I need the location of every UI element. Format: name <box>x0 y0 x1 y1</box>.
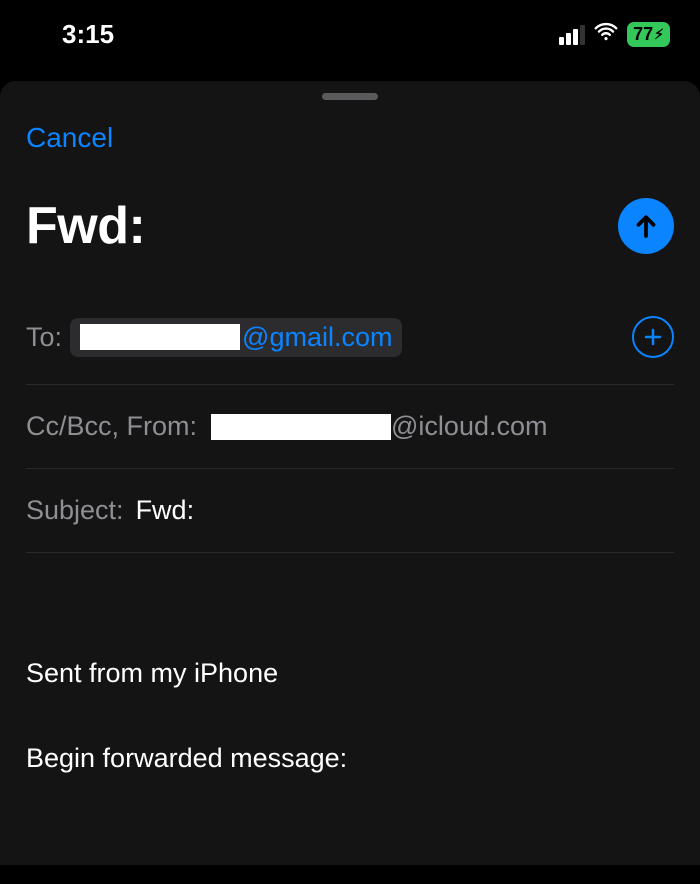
cc-bcc-from-label: Cc/Bcc, From: <box>26 411 197 442</box>
arrow-up-icon <box>631 211 661 241</box>
cancel-button[interactable]: Cancel <box>26 122 113 154</box>
plus-icon <box>641 325 665 349</box>
to-field[interactable]: To: @gmail.com <box>26 290 674 385</box>
sheet-grabber[interactable] <box>26 81 674 108</box>
battery-percent: 77 <box>633 24 653 45</box>
subject-field[interactable]: Subject: Fwd: <box>26 469 674 553</box>
charging-bolt-icon: ⚡︎ <box>654 26 664 43</box>
redacted-recipient <box>80 324 240 350</box>
forward-header-text: Begin forwarded message: <box>26 738 674 779</box>
send-button[interactable] <box>618 198 674 254</box>
status-time: 3:15 <box>62 19 114 50</box>
cellular-icon <box>559 25 585 45</box>
compose-body[interactable]: Sent from my iPhone Begin forwarded mess… <box>26 553 674 778</box>
battery-icon: 77⚡︎ <box>627 22 670 47</box>
wifi-icon <box>593 18 619 51</box>
subject-label: Subject: <box>26 495 124 526</box>
from-domain: @icloud.com <box>391 411 547 442</box>
recipient-chip[interactable]: @gmail.com <box>70 318 402 357</box>
cc-bcc-from-field[interactable]: Cc/Bcc, From: @icloud.com <box>26 385 674 469</box>
recipient-domain: @gmail.com <box>242 322 392 353</box>
compose-sheet: Cancel Fwd: To: @gmail.com Cc/Bcc, From: <box>0 81 700 865</box>
subject-value: Fwd: <box>136 495 195 526</box>
status-bar: 3:15 77⚡︎ <box>0 0 700 75</box>
compose-title: Fwd: <box>26 196 145 256</box>
status-right: 77⚡︎ <box>559 18 670 51</box>
add-recipient-button[interactable] <box>632 316 674 358</box>
redacted-from <box>211 414 391 440</box>
to-label: To: <box>26 322 62 353</box>
signature-text: Sent from my iPhone <box>26 653 674 694</box>
